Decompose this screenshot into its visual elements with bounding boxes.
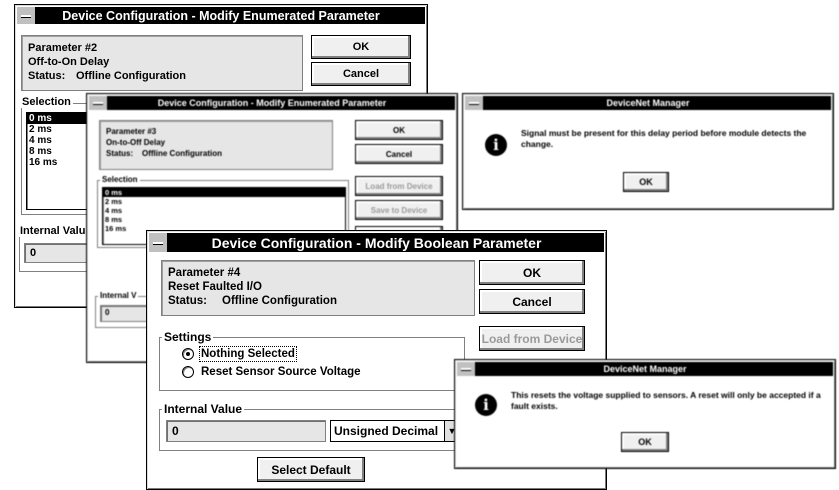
system-menu-icon[interactable]	[17, 7, 36, 24]
cancel-label: Cancel	[512, 294, 552, 309]
selection-label: Selection	[20, 96, 73, 108]
internal-value-group: Internal Value 0 Unsigned Decimal ▼	[159, 402, 463, 451]
ok-label: OK	[393, 125, 405, 135]
cancel-button[interactable]: Cancel	[479, 289, 585, 314]
radio-reset-sensor-source-voltage[interactable]: Reset Sensor Source Voltage	[182, 366, 361, 378]
save-label: Save to Device	[370, 205, 428, 215]
cancel-label: Cancel	[385, 149, 413, 159]
title-bar: DeviceNet Manager	[457, 362, 833, 376]
internal-value-label: Internal Valu	[18, 225, 88, 237]
title-bar: DeviceNet Manager	[465, 96, 831, 110]
status-value: Offline Configuration	[142, 149, 222, 158]
dialog-title: Device Configuration - Modify Enumerated…	[62, 8, 380, 23]
internal-value-label: Internal V	[98, 291, 139, 300]
parameter-info-panel: Parameter #3 On-to-Off Delay Status: Offl…	[99, 120, 333, 170]
parameter-number: Parameter #3	[106, 127, 157, 136]
parameter-number: Parameter #2	[28, 42, 98, 54]
select-default-label: Select Default	[271, 462, 351, 477]
ok-button[interactable]: OK	[355, 120, 443, 140]
status-label: Status:	[106, 149, 134, 158]
status-label: Status:	[28, 70, 66, 82]
ok-button[interactable]: OK	[623, 172, 669, 192]
status-value: Offline Configuration	[222, 295, 337, 307]
radio-selected-icon	[182, 348, 194, 360]
load-from-device-button[interactable]: Load from Device	[355, 176, 443, 196]
status-label: Status:	[168, 295, 207, 307]
number-format-select[interactable]: Unsigned Decimal ▼	[330, 420, 460, 442]
ok-button[interactable]: OK	[479, 260, 585, 285]
settings-group: Settings Nothing Selected Reset Sensor S…	[159, 330, 465, 391]
number-format-value: Unsigned Decimal	[334, 424, 439, 438]
ok-label: OK	[639, 177, 653, 187]
internal-value-label: Internal Value	[162, 402, 245, 416]
information-icon: i	[485, 134, 507, 156]
message-text: This resets the voltage supplied to sens…	[511, 390, 821, 411]
status-value: Offline Configuration	[76, 70, 186, 82]
title-bar: Device Configuration - Modify Boolean Pa…	[149, 233, 604, 252]
radio-label: Nothing Selected	[199, 346, 297, 362]
cancel-button[interactable]: Cancel	[355, 144, 443, 164]
dialog-title: Device Configuration - Modify Boolean Pa…	[211, 234, 542, 251]
ok-label: OK	[523, 265, 541, 280]
system-menu-icon[interactable]	[149, 233, 168, 252]
radio-label: Reset Sensor Source Voltage	[201, 366, 361, 378]
settings-label: Settings	[162, 330, 214, 344]
parameter-info-panel: Parameter #4 Reset Faulted I/O Status: Of…	[161, 260, 475, 316]
load-label: Load from Device	[481, 331, 583, 346]
information-icon: i	[475, 394, 497, 416]
list-item[interactable]: 8 ms	[103, 215, 345, 224]
ok-label: OK	[638, 437, 652, 447]
list-item[interactable]: 4 ms	[103, 206, 345, 215]
ok-button[interactable]: OK	[311, 35, 411, 59]
system-menu-icon[interactable]	[89, 96, 108, 110]
radio-unselected-icon	[182, 366, 194, 378]
radio-nothing-selected[interactable]: Nothing Selected	[182, 346, 297, 362]
cancel-button[interactable]: Cancel	[311, 62, 411, 86]
ok-label: OK	[352, 41, 370, 53]
load-label: Load from Device	[365, 181, 433, 191]
dialog-title: DeviceNet Manager	[606, 98, 690, 108]
list-item[interactable]: 2 ms	[103, 197, 345, 206]
list-item[interactable]: 0 ms	[103, 188, 345, 197]
devicenet-manager-message-2: DeviceNet Manager i This resets the volt…	[454, 359, 836, 469]
parameter-number: Parameter #4	[168, 267, 241, 279]
internal-value-field[interactable]: 0	[166, 420, 326, 442]
devicenet-manager-message-1: DeviceNet Manager i Signal must be prese…	[462, 93, 834, 210]
load-from-device-button[interactable]: Load from Device	[479, 326, 585, 351]
dialog-title: DeviceNet Manager	[603, 364, 687, 374]
select-default-button[interactable]: Select Default	[257, 457, 365, 482]
parameter-name: On-to-Off Delay	[106, 138, 166, 147]
title-bar: Device Configuration - Modify Enumerated…	[89, 96, 455, 110]
ok-button[interactable]: OK	[621, 432, 669, 452]
save-to-device-button[interactable]: Save to Device	[355, 200, 443, 220]
parameter-info-panel: Parameter #2 Off-to-On Delay Status: Offl…	[21, 35, 303, 91]
internal-value-field[interactable]: 0	[100, 305, 150, 322]
parameter-name: Reset Faulted I/O	[168, 281, 262, 293]
dialog-title: Device Configuration - Modify Enumerated…	[157, 98, 387, 108]
system-menu-icon[interactable]	[457, 362, 476, 376]
selection-label: Selection	[100, 175, 140, 184]
cancel-label: Cancel	[342, 68, 380, 80]
system-menu-icon[interactable]	[465, 96, 484, 110]
message-text: Signal must be present for this delay pe…	[521, 128, 807, 149]
parameter-name: Off-to-On Delay	[28, 56, 110, 68]
title-bar: Device Configuration - Modify Enumerated…	[17, 7, 425, 24]
